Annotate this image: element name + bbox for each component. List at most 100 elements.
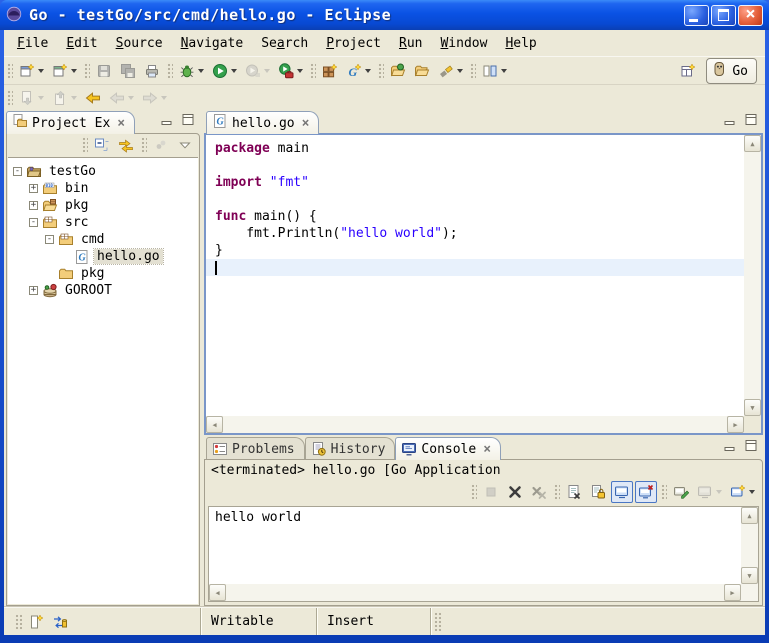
code-line[interactable]: } <box>206 242 744 259</box>
tree-item-pkg[interactable]: +pkg <box>8 197 198 214</box>
maximize-console-icon[interactable] <box>742 440 760 456</box>
open-perspective-button[interactable] <box>677 60 699 82</box>
close-icon[interactable]: × <box>738 5 763 26</box>
menu-project[interactable]: Project <box>317 33 390 54</box>
last-edit-location-button[interactable] <box>82 87 104 109</box>
tree-item-src[interactable]: -src <box>8 214 198 231</box>
minimize-view-icon[interactable] <box>158 114 176 130</box>
scroll-right-icon[interactable]: ▶ <box>727 416 744 433</box>
search-button[interactable] <box>435 60 466 82</box>
new-go-element-button[interactable] <box>49 60 80 82</box>
maximize-view-icon[interactable] <box>179 114 197 130</box>
previous-annotation-button[interactable] <box>49 87 80 109</box>
project-tree[interactable]: -testGo+010bin+pkg-src-cmdGhello.gopkg+G… <box>8 157 198 604</box>
remove-launch-button[interactable] <box>504 481 526 503</box>
profile-button[interactable] <box>242 60 273 82</box>
title-bar[interactable]: Go - testGo/src/cmd/hello.go - Eclipse × <box>0 0 769 30</box>
code-line[interactable]: func main() { <box>206 208 744 225</box>
scroll-down-icon[interactable]: ▼ <box>744 399 761 416</box>
menu-source[interactable]: Source <box>107 33 172 54</box>
open-go-element-button[interactable] <box>387 60 409 82</box>
save-all-button[interactable] <box>117 60 139 82</box>
code-line[interactable]: package main <box>206 140 744 157</box>
terminate-button[interactable] <box>480 481 502 503</box>
next-annotation-button[interactable] <box>16 87 47 109</box>
show-stderr-console-button[interactable] <box>635 481 657 503</box>
editor-vertical-scrollbar[interactable]: ▲ ▼ <box>744 135 761 416</box>
tab-history[interactable]: History <box>305 437 396 460</box>
menu-window[interactable]: Window <box>431 33 496 54</box>
fast-view-button[interactable] <box>25 611 47 633</box>
console-output-area[interactable]: hello world ▲ ▼ ◀ ▶ <box>208 506 759 602</box>
code-line[interactable] <box>206 259 744 276</box>
code-editor[interactable]: package main import "fmt" func main() { fm… <box>206 135 744 416</box>
build-sync-button[interactable] <box>49 611 71 633</box>
scroll-up-icon[interactable]: ▲ <box>741 507 758 524</box>
tree-toggle-icon[interactable]: - <box>13 167 22 176</box>
tab-console[interactable]: Console× <box>395 437 501 460</box>
scroll-left-icon[interactable]: ◀ <box>209 584 226 601</box>
minimize-editor-icon[interactable] <box>721 114 739 130</box>
new-wizard-button[interactable] <box>16 60 47 82</box>
pin-console-button[interactable] <box>670 481 692 503</box>
menu-edit[interactable]: Edit <box>57 33 106 54</box>
tree-item-testGo[interactable]: -testGo <box>8 163 198 180</box>
open-console-button[interactable] <box>727 481 758 503</box>
forward-button[interactable] <box>139 87 170 109</box>
tree-item-pkg[interactable]: pkg <box>8 265 198 282</box>
view-menu-button[interactable] <box>174 134 196 156</box>
go-perspective-button[interactable]: Go <box>706 58 757 84</box>
tree-toggle-icon[interactable]: + <box>29 184 38 193</box>
scroll-down-icon[interactable]: ▼ <box>741 567 758 584</box>
run-button[interactable] <box>209 60 240 82</box>
tree-toggle-icon[interactable]: - <box>45 235 54 244</box>
debug-button[interactable] <box>176 60 207 82</box>
toggle-annotations-button[interactable] <box>479 60 510 82</box>
tab-problems[interactable]: Problems <box>206 437 305 460</box>
remove-all-terminated-button[interactable] <box>528 481 550 503</box>
scroll-left-icon[interactable]: ◀ <box>206 416 223 433</box>
menu-search[interactable]: Search <box>252 33 317 54</box>
tree-item-bin[interactable]: +010bin <box>8 180 198 197</box>
close-editor-icon[interactable]: × <box>302 116 310 131</box>
link-with-editor-button[interactable] <box>115 134 137 156</box>
code-line[interactable]: import "fmt" <box>206 174 744 191</box>
tab-hello-go[interactable]: G hello.go × <box>206 111 319 134</box>
tree-toggle-icon[interactable]: + <box>29 201 38 210</box>
scroll-right-icon[interactable]: ▶ <box>724 584 741 601</box>
scroll-lock-button[interactable] <box>587 481 609 503</box>
tree-toggle-icon[interactable]: - <box>29 218 38 227</box>
tab-project-explorer[interactable]: Project Ex × <box>6 111 135 134</box>
maximize-icon[interactable] <box>711 5 736 26</box>
display-selected-console-button[interactable] <box>694 481 725 503</box>
external-tools-button[interactable] <box>275 60 306 82</box>
close-view-icon[interactable]: × <box>117 116 125 131</box>
maximize-editor-icon[interactable] <box>742 114 760 130</box>
new-go-file-button[interactable]: G <box>343 60 374 82</box>
tree-item-hello.go[interactable]: Ghello.go <box>8 248 198 265</box>
code-line[interactable] <box>206 191 744 208</box>
code-line[interactable] <box>206 157 744 174</box>
tree-item-cmd[interactable]: -cmd <box>8 231 198 248</box>
open-resource-button[interactable] <box>411 60 433 82</box>
scroll-up-icon[interactable]: ▲ <box>744 135 761 152</box>
menu-navigate[interactable]: Navigate <box>172 33 253 54</box>
console-vertical-scrollbar[interactable]: ▲ ▼ <box>741 507 758 584</box>
console-horizontal-scrollbar[interactable]: ◀ ▶ <box>209 584 741 601</box>
menu-help[interactable]: Help <box>496 33 545 54</box>
tree-toggle-icon[interactable]: + <box>29 286 38 295</box>
tree-item-GOROOT[interactable]: +GOROOT <box>8 282 198 299</box>
new-go-package-button[interactable] <box>319 60 341 82</box>
code-line[interactable]: fmt.Println("hello world"); <box>206 225 744 242</box>
editor-horizontal-scrollbar[interactable]: ◀ ▶ <box>206 416 744 433</box>
save-button[interactable] <box>93 60 115 82</box>
clear-console-button[interactable] <box>563 481 585 503</box>
minimize-icon[interactable] <box>684 5 709 26</box>
print-button[interactable] <box>141 60 163 82</box>
collapse-all-button[interactable] <box>91 134 113 156</box>
show-stdout-console-button[interactable] <box>611 481 633 503</box>
menu-file[interactable]: File <box>8 33 57 54</box>
menu-run[interactable]: Run <box>390 33 431 54</box>
close-view-icon[interactable]: × <box>483 442 491 457</box>
focus-on-task-button[interactable] <box>150 134 172 156</box>
